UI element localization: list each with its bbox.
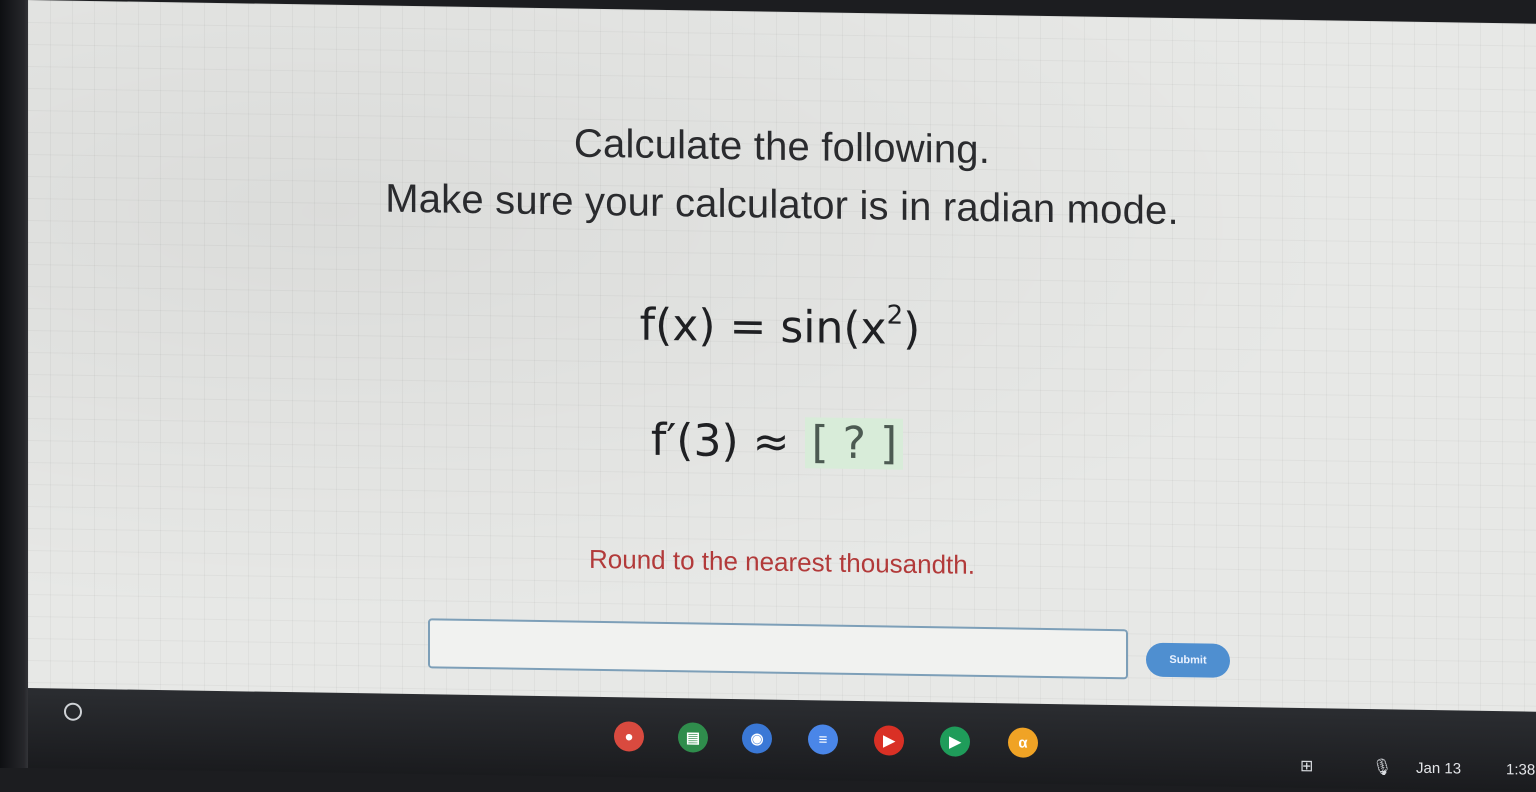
answer-input[interactable] <box>428 618 1128 680</box>
screen-bezel <box>0 0 30 768</box>
taskbar-date[interactable]: Jan 13 <box>1416 760 1461 778</box>
radian-mode-note: Make sure your calculator is in radian m… <box>385 176 1179 234</box>
browser-page: Calculate the following. Make sure your … <box>28 0 1536 714</box>
app-classroom-icon[interactable]: ▤ <box>678 722 708 753</box>
taskbar-time[interactable]: 1:38 <box>1506 761 1535 778</box>
app-red-icon[interactable]: ● <box>614 721 644 752</box>
answer-slot: [ ? ] <box>805 417 904 470</box>
function-definition: f(x) = sin(x2) <box>26 287 1534 365</box>
function-lhs: f(x) = sin(x <box>639 299 887 355</box>
submit-button[interactable]: Submit <box>1146 642 1230 678</box>
derivative-lhs: f′(3) ≈ <box>650 414 804 469</box>
app-alpha-icon[interactable]: α <box>1008 727 1038 758</box>
question-heading: Calculate the following. <box>573 121 991 173</box>
microphone-icon[interactable]: 🎙 <box>1372 757 1392 777</box>
app-docs-icon[interactable]: ≡ <box>808 724 838 755</box>
derivative-question: f′(3) ≈ [ ? ] <box>24 405 1532 480</box>
question-panel: Calculate the following. Make sure your … <box>28 0 1536 714</box>
screen-capture-icon[interactable]: ⊞ <box>1300 756 1313 776</box>
function-exponent: 2 <box>886 300 904 331</box>
rounding-instruction: Round to the nearest thousandth. <box>589 543 975 580</box>
app-play-icon[interactable]: ▶ <box>940 726 970 757</box>
app-youtube-icon[interactable]: ▶ <box>874 725 904 756</box>
launcher-icon[interactable] <box>64 702 82 721</box>
function-close: ) <box>903 303 921 356</box>
app-chrome-icon[interactable]: ◉ <box>742 723 772 754</box>
